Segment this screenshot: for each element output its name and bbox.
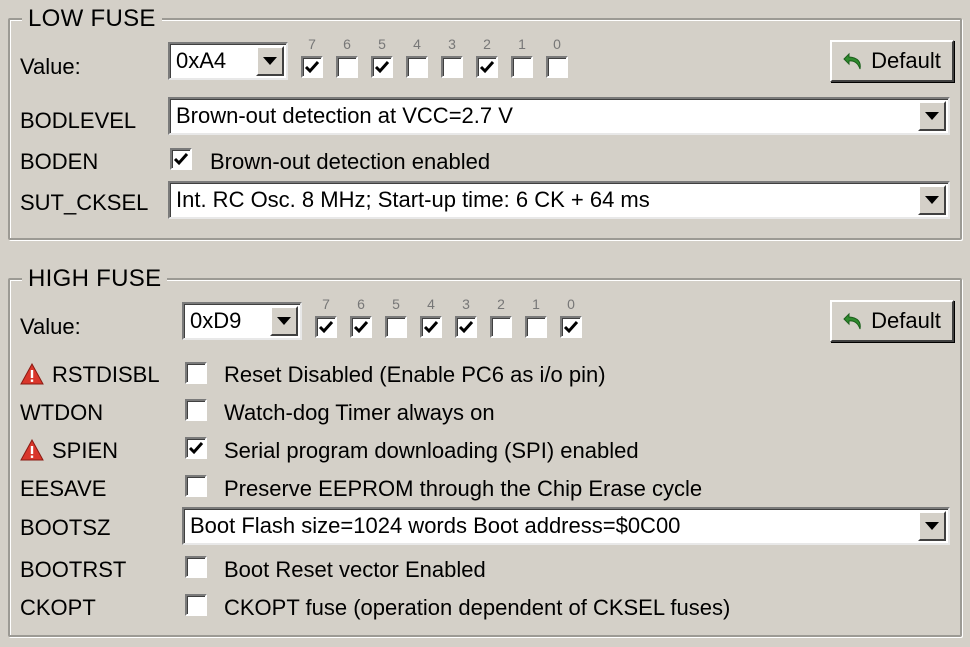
check-icon <box>458 321 474 334</box>
check-icon <box>304 61 320 74</box>
bit-number-label: 4 <box>427 296 435 312</box>
check-icon <box>423 321 439 334</box>
bit-6-checkbox[interactable] <box>350 316 372 338</box>
bit-2-checkbox[interactable] <box>476 56 498 78</box>
check-icon <box>479 61 495 74</box>
spien-label: SPIEN <box>52 438 119 463</box>
check-icon <box>318 321 334 334</box>
bit-number-label: 1 <box>532 296 540 312</box>
bit-3-checkbox[interactable] <box>455 316 477 338</box>
chevron-down-icon[interactable] <box>256 46 284 76</box>
bit-4-checkbox[interactable] <box>420 316 442 338</box>
bit-6-checkbox[interactable] <box>336 56 358 78</box>
sut-cksel-label: SUT_CKSEL <box>20 190 149 215</box>
wtdon-checkbox[interactable] <box>185 399 207 421</box>
bit-number-label: 6 <box>343 36 351 52</box>
warning-triangle-icon <box>20 439 44 461</box>
boden-text: Brown-out detection enabled <box>210 149 491 174</box>
eesave-label: EESAVE <box>20 476 107 501</box>
bit-5-checkbox[interactable] <box>371 56 393 78</box>
chevron-down-icon[interactable] <box>270 306 298 336</box>
bit-number-label: 2 <box>497 296 505 312</box>
bit-1-checkbox[interactable] <box>525 316 547 338</box>
check-icon <box>188 442 204 455</box>
sut-cksel-value: Int. RC Osc. 8 MHz; Start-up time: 6 CK … <box>176 187 650 212</box>
undo-arrow-icon <box>843 52 861 70</box>
bit-number-label: 7 <box>322 296 330 312</box>
low-fuse-value-text: 0xA4 <box>176 48 227 73</box>
wtdon-label: WTDON <box>20 400 104 425</box>
bit-2-checkbox[interactable] <box>490 316 512 338</box>
bit-0-checkbox[interactable] <box>560 316 582 338</box>
chevron-down-icon[interactable] <box>918 101 946 131</box>
rstdisbl-checkbox[interactable] <box>185 362 207 384</box>
bit-1-checkbox[interactable] <box>511 56 533 78</box>
bodlevel-label: BODLEVEL <box>20 108 137 133</box>
eesave-checkbox[interactable] <box>185 475 207 497</box>
check-icon <box>374 61 390 74</box>
bit-number-label: 3 <box>448 36 456 52</box>
bootsz-select[interactable]: Boot Flash size=1024 words Boot address=… <box>182 507 950 545</box>
bit-number-label: 0 <box>567 296 575 312</box>
bit-number-label: 2 <box>483 36 491 52</box>
bootrst-text: Boot Reset vector Enabled <box>224 557 486 582</box>
check-icon <box>173 153 189 166</box>
default-button-label: Default <box>871 48 941 73</box>
spien-text: Serial program downloading (SPI) enabled <box>224 438 639 463</box>
bodlevel-value: Brown-out detection at VCC=2.7 V <box>176 103 513 128</box>
spien-checkbox[interactable] <box>185 437 207 459</box>
warning-triangle-icon <box>20 363 44 385</box>
bit-number-label: 4 <box>413 36 421 52</box>
bit-number-label: 0 <box>553 36 561 52</box>
default-button-label: Default <box>871 308 941 333</box>
low-fuse-default-button[interactable]: Default <box>830 40 954 82</box>
bit-7-checkbox[interactable] <box>301 56 323 78</box>
bootsz-value: Boot Flash size=1024 words Boot address=… <box>190 513 681 538</box>
ckopt-label: CKOPT <box>20 595 96 620</box>
boden-label: BODEN <box>20 149 99 174</box>
boden-checkbox[interactable] <box>170 148 192 170</box>
high-fuse-value-text: 0xD9 <box>190 308 242 333</box>
rstdisbl-label: RSTDISBL <box>52 362 160 387</box>
bit-number-label: 6 <box>357 296 365 312</box>
bodlevel-select[interactable]: Brown-out detection at VCC=2.7 V <box>168 97 950 135</box>
high-fuse-value-select[interactable]: 0xD9 <box>182 302 302 340</box>
bit-0-checkbox[interactable] <box>546 56 568 78</box>
bit-number-label: 5 <box>392 296 400 312</box>
bootrst-checkbox[interactable] <box>185 556 207 578</box>
bootsz-label: BOOTSZ <box>20 515 111 540</box>
low-fuse-value-select[interactable]: 0xA4 <box>168 42 288 80</box>
high-fuse-value-label: Value: <box>20 314 81 339</box>
bit-number-label: 3 <box>462 296 470 312</box>
rstdisbl-text: Reset Disabled (Enable PC6 as i/o pin) <box>224 362 606 387</box>
bit-3-checkbox[interactable] <box>441 56 463 78</box>
bit-number-label: 5 <box>378 36 386 52</box>
wtdon-text: Watch-dog Timer always on <box>224 400 495 425</box>
check-icon <box>353 321 369 334</box>
high-fuse-default-button[interactable]: Default <box>830 300 954 342</box>
low-fuse-title: LOW FUSE <box>22 6 162 32</box>
bit-4-checkbox[interactable] <box>406 56 428 78</box>
high-fuse-title: HIGH FUSE <box>22 266 168 292</box>
bootrst-label: BOOTRST <box>20 557 127 582</box>
bit-number-label: 1 <box>518 36 526 52</box>
chevron-down-icon[interactable] <box>918 511 946 541</box>
low-fuse-value-label: Value: <box>20 54 81 79</box>
ckopt-text: CKOPT fuse (operation dependent of CKSEL… <box>224 595 731 620</box>
sut-cksel-select[interactable]: Int. RC Osc. 8 MHz; Start-up time: 6 CK … <box>168 181 950 219</box>
chevron-down-icon[interactable] <box>918 185 946 215</box>
undo-arrow-icon <box>843 312 861 330</box>
bit-number-label: 7 <box>308 36 316 52</box>
bit-5-checkbox[interactable] <box>385 316 407 338</box>
ckopt-checkbox[interactable] <box>185 594 207 616</box>
check-icon <box>563 321 579 334</box>
eesave-text: Preserve EEPROM through the Chip Erase c… <box>224 476 703 501</box>
bit-7-checkbox[interactable] <box>315 316 337 338</box>
